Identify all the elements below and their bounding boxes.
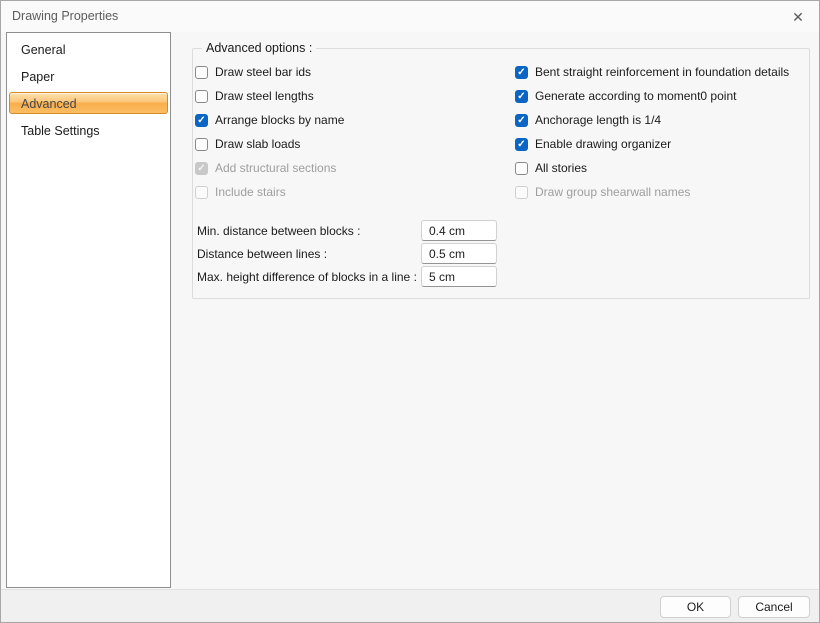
sidebar-item-advanced[interactable]: Advanced (9, 92, 168, 114)
checkbox-label: Draw slab loads (215, 137, 300, 151)
checkbox-label: Draw steel lengths (215, 89, 314, 103)
checkbox-icon[interactable] (195, 90, 208, 103)
checkbox-icon (195, 186, 208, 199)
checkbox-icon[interactable]: ✓ (515, 66, 528, 79)
checkbox-draw-steel-bar-ids[interactable]: Draw steel bar ids (195, 64, 311, 80)
checkbox-draw-steel-lengths[interactable]: Draw steel lengths (195, 88, 314, 104)
checkbox-label: Bent straight reinforcement in foundatio… (535, 65, 789, 79)
distance-between-lines-input[interactable] (421, 243, 497, 264)
dialog-footer: OK Cancel (1, 589, 819, 622)
distance-between-lines-label: Distance between lines : (197, 246, 327, 262)
checkbox-label: Include stairs (215, 185, 286, 199)
checkbox-icon[interactable]: ✓ (515, 138, 528, 151)
checkbox-icon: ✓ (195, 162, 208, 175)
sidebar-item-table-settings[interactable]: Table Settings (9, 119, 168, 141)
cancel-button[interactable]: Cancel (738, 596, 810, 618)
checkbox-label: Draw group shearwall names (535, 185, 690, 199)
min-distance-between-blocks-input[interactable] (421, 220, 497, 241)
checkbox-label: Anchorage length is 1/4 (535, 113, 661, 127)
checkbox-icon (515, 186, 528, 199)
window-title: Drawing Properties (12, 1, 118, 32)
checkbox-label: Draw steel bar ids (215, 65, 311, 79)
checkbox-enable-drawing-organizer[interactable]: ✓ Enable drawing organizer (515, 136, 671, 152)
checkbox-icon[interactable] (515, 162, 528, 175)
checkbox-add-structural-sections: ✓ Add structural sections (195, 160, 336, 176)
checkbox-anchorage-length[interactable]: ✓ Anchorage length is 1/4 (515, 112, 661, 128)
checkbox-label: Arrange blocks by name (215, 113, 344, 127)
sidebar-item-general[interactable]: General (9, 38, 168, 60)
group-title: Advanced options : (202, 41, 316, 56)
checkbox-label: All stories (535, 161, 587, 175)
checkbox-icon[interactable]: ✓ (195, 114, 208, 127)
sidebar-item-paper[interactable]: Paper (9, 65, 168, 87)
checkbox-draw-slab-loads[interactable]: Draw slab loads (195, 136, 300, 152)
checkbox-include-stairs: Include stairs (195, 184, 286, 200)
max-height-difference-label: Max. height difference of blocks in a li… (197, 269, 417, 285)
min-distance-between-blocks-label: Min. distance between blocks : (197, 223, 360, 239)
checkbox-label: Generate according to moment0 point (535, 89, 736, 103)
checkbox-icon[interactable]: ✓ (515, 90, 528, 103)
checkbox-generate-according-moment0[interactable]: ✓ Generate according to moment0 point (515, 88, 736, 104)
category-list: General Paper Advanced Table Settings (6, 32, 171, 588)
checkbox-draw-group-shearwall-names: Draw group shearwall names (515, 184, 690, 200)
title-bar: Drawing Properties ✕ (1, 1, 819, 32)
checkbox-label: Enable drawing organizer (535, 137, 671, 151)
checkbox-label: Add structural sections (215, 161, 336, 175)
ok-button[interactable]: OK (660, 596, 731, 618)
checkbox-all-stories[interactable]: All stories (515, 160, 587, 176)
drawing-properties-dialog: Drawing Properties ✕ General Paper Advan… (0, 0, 820, 623)
checkbox-icon[interactable]: ✓ (515, 114, 528, 127)
close-icon[interactable]: ✕ (784, 5, 812, 29)
max-height-difference-input[interactable] (421, 266, 497, 287)
checkbox-icon[interactable] (195, 138, 208, 151)
checkbox-bent-straight-reinforcement[interactable]: ✓ Bent straight reinforcement in foundat… (515, 64, 789, 80)
checkbox-arrange-blocks-by-name[interactable]: ✓ Arrange blocks by name (195, 112, 344, 128)
checkbox-icon[interactable] (195, 66, 208, 79)
